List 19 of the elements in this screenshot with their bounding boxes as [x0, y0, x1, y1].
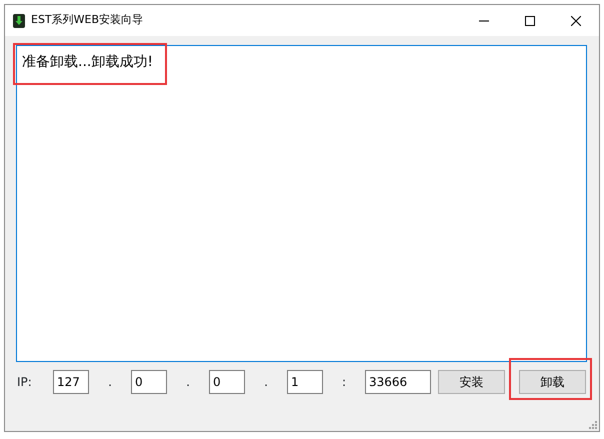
ip-label: IP:: [17, 374, 33, 391]
dot-separator: .: [107, 374, 113, 391]
ip-octet-field[interactable]: 127: [53, 370, 89, 394]
ip-octet-field[interactable]: 0: [131, 370, 167, 394]
dot-separator: .: [263, 374, 269, 391]
port-field[interactable]: 33666: [365, 370, 431, 394]
maximize-icon: [525, 16, 535, 26]
ip-octet-field[interactable]: 1: [287, 370, 323, 394]
window-title: EST系列WEB安装向导: [31, 12, 144, 28]
port-separator: :: [340, 374, 348, 391]
action-button[interactable]: 安装: [438, 370, 505, 394]
action-button[interactable]: 卸载: [519, 370, 586, 394]
ip-octet-field[interactable]: 0: [209, 370, 245, 394]
log-area[interactable]: 准备卸载...卸载成功!: [16, 45, 587, 362]
close-icon: [571, 16, 581, 26]
app-icon: [13, 14, 25, 28]
resize-grip-icon[interactable]: [589, 421, 597, 429]
dot-separator: .: [185, 374, 191, 391]
log-text: 准备卸载...卸载成功!: [22, 53, 153, 72]
